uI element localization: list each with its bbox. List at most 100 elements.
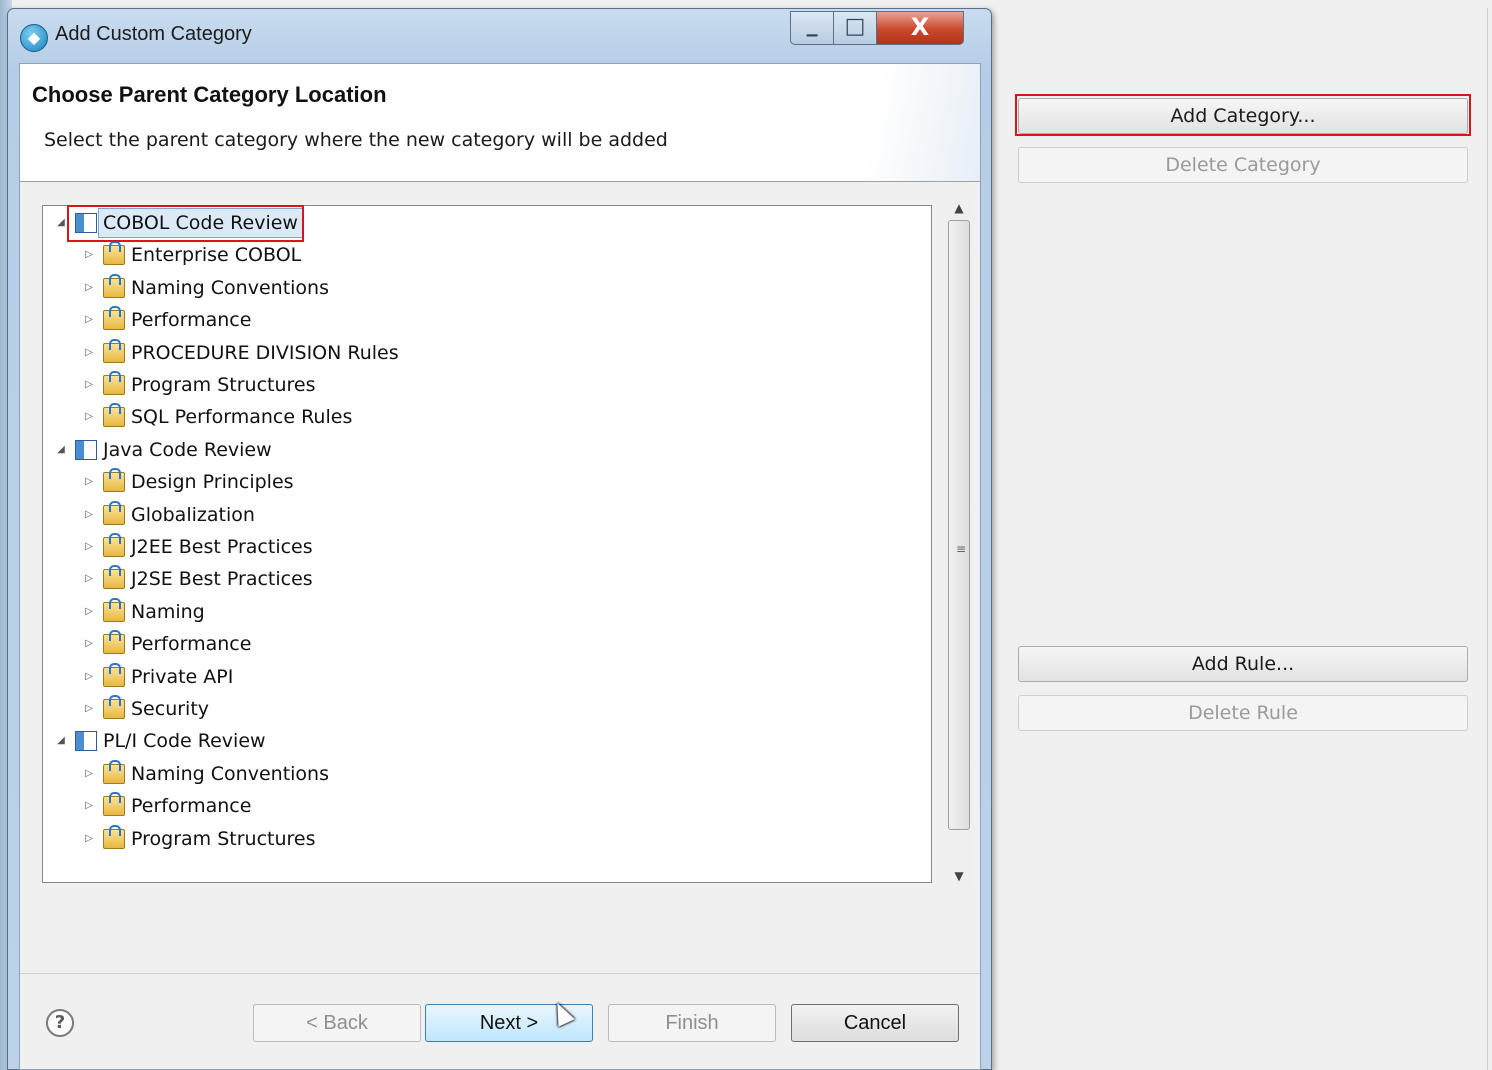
tree-item[interactable]: ◢ Java Code Review [43,434,923,466]
expand-arrow-icon[interactable]: ▷ [83,628,95,660]
add-rule-button[interactable]: Add Rule... [1018,646,1468,682]
tree-item-label: Program Structures [131,374,316,396]
dialog-client-area: Choose Parent Category Location Select t… [19,63,981,1070]
category-icon [75,731,97,752]
expand-arrow-icon[interactable]: ▷ [83,823,95,855]
tree-item-label: Naming Conventions [131,762,329,785]
expand-arrow-icon[interactable]: ▷ [83,693,95,725]
folder-icon [103,500,125,525]
tree-item-label: Java Code Review [103,438,272,461]
page-description: Select the parent category where the new… [44,129,668,151]
tree-item-label: Naming Conventions [131,276,329,299]
close-icon: X [910,13,930,41]
tree-item-label: Enterprise COBOL [131,244,302,267]
tree-item[interactable]: ▷ Private API [43,661,923,693]
expand-arrow-icon[interactable]: ▷ [83,466,95,498]
expand-arrow-icon[interactable]: ▷ [83,272,95,304]
folder-icon [103,565,125,590]
back-button[interactable]: < Back [253,1004,421,1042]
tree-item-label: Security [131,698,210,720]
expand-arrow-icon[interactable]: ▷ [83,304,95,336]
window-title: Add Custom Category [55,23,252,45]
folder-icon [103,792,125,817]
tree-item[interactable]: ▷ Naming Conventions [43,758,923,790]
tree-item[interactable]: ▷ Performance [43,304,923,336]
expand-arrow-icon[interactable]: ▷ [83,239,95,271]
expand-arrow-icon[interactable]: ▷ [83,790,95,822]
tree-item-label: J2EE Best Practices [131,536,313,558]
expand-arrow-icon[interactable]: ▷ [83,499,95,531]
tree-item[interactable]: ▷ Globalization [43,499,923,531]
expand-arrow-icon[interactable]: ▷ [83,758,95,790]
folder-icon [103,759,125,784]
expand-arrow-icon[interactable]: ▷ [83,337,95,369]
tree-item[interactable]: ▷ J2SE Best Practices [43,563,923,595]
collapse-arrow-icon[interactable]: ◢ [55,434,67,466]
tree-item[interactable]: ▷ SQL Performance Rules [43,401,923,433]
tree-item-label: SQL Performance Rules [131,406,353,429]
maximize-button[interactable]: □ [833,11,877,45]
maximize-icon: □ [844,14,866,39]
tree-item[interactable]: ▷ J2EE Best Practices [43,531,923,563]
tree-item[interactable]: ▷ Performance [43,628,923,660]
tree-item[interactable]: ▷ Program Structures [43,369,923,401]
folder-icon [103,533,125,557]
tree-item[interactable]: ▷ Performance [43,790,923,822]
expand-arrow-icon[interactable]: ▷ [83,563,95,595]
tree-item-label: J2SE Best Practices [131,568,313,591]
folder-icon [103,371,125,395]
tree-item[interactable]: ◢ PL/I Code Review [43,725,923,757]
scroll-up-icon[interactable]: ▲ [946,198,972,218]
close-button[interactable]: X [876,11,964,45]
tree-scrollbar[interactable]: ▲ ≡ ▼ [946,194,972,894]
footer-divider [20,973,980,974]
finish-button[interactable]: Finish [608,1004,776,1042]
minimize-button[interactable]: ▁ [790,11,834,45]
tree-item[interactable]: ◢ COBOL Code Review [43,207,923,239]
tree-item[interactable]: ▷ Naming [43,596,923,628]
title-bar[interactable]: ◆ Add Custom Category ▁ □ X [8,9,991,61]
tree-item[interactable]: ▷ Enterprise COBOL [43,239,923,271]
expand-arrow-icon[interactable]: ▷ [83,531,95,563]
category-icon [75,213,97,233]
collapse-arrow-icon[interactable]: ◢ [55,725,67,757]
scroll-down-icon[interactable]: ▼ [946,866,972,886]
minimize-icon: ▁ [806,21,818,37]
tree-item[interactable]: ▷ Security [43,693,923,725]
expand-arrow-icon[interactable]: ▷ [83,661,95,693]
delete-rule-button[interactable]: Delete Rule [1018,695,1468,731]
expand-arrow-icon[interactable]: ▷ [83,596,95,628]
tree-item-label: Design Principles [131,471,294,494]
tree-item[interactable]: ▷ Design Principles [43,466,923,498]
category-tree[interactable]: ◢ COBOL Code Review ▷ Enterprise COBOL ▷ Nami… [42,205,932,883]
delete-category-button[interactable]: Delete Category [1018,147,1468,183]
page-title: Choose Parent Category Location [32,82,387,107]
tree-item[interactable]: ▷ Program Structures [43,823,923,855]
tree-item-label: Naming [131,600,205,623]
tree-item[interactable]: ▷ Naming Conventions [43,272,923,304]
scroll-grip-icon: ≡ [956,542,967,556]
add-custom-category-dialog: ◆ Add Custom Category ▁ □ X Choose Paren… [7,8,992,1070]
folder-icon [103,468,125,493]
tree-item-label: Globalization [131,503,255,526]
collapse-arrow-icon[interactable]: ◢ [55,207,67,239]
tree-item-label: Performance [131,309,252,332]
cancel-button[interactable]: Cancel [791,1004,959,1042]
expand-arrow-icon[interactable]: ▷ [83,369,95,401]
scroll-thumb[interactable]: ≡ [948,220,970,830]
folder-icon [103,338,125,363]
folder-icon [103,273,125,298]
folder-icon [103,403,125,428]
tree-item-label: PL/I Code Review [103,730,266,753]
tree-item[interactable]: ▷ PROCEDURE DIVISION Rules [43,337,923,369]
wizard-header: Choose Parent Category Location Select t… [20,64,980,182]
expand-arrow-icon[interactable]: ▷ [83,401,95,433]
help-icon[interactable]: ? [46,1009,74,1037]
tree-item-label: Performance [131,795,252,818]
add-category-button[interactable]: Add Category... [1018,98,1468,134]
app-icon: ◆ [20,24,48,52]
folder-icon [103,695,125,719]
folder-icon [103,597,125,622]
folder-icon [103,306,125,331]
tree-item-label: Performance [131,633,252,656]
